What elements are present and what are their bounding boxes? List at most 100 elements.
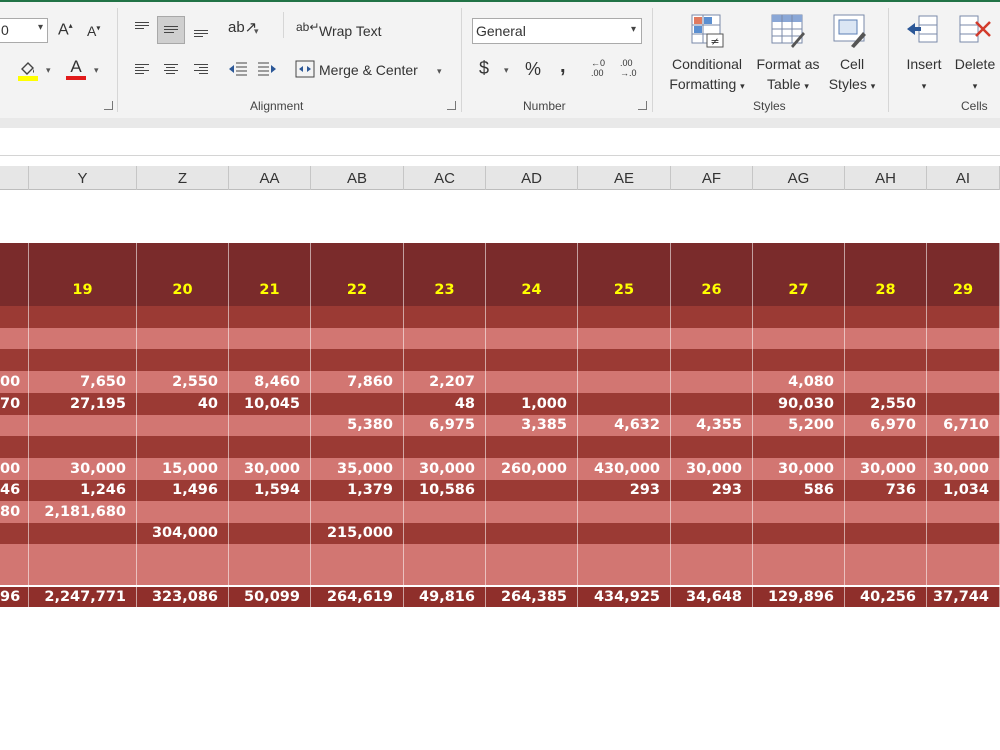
sheet-cell[interactable]	[311, 501, 404, 523]
currency-icon[interactable]: $	[479, 59, 489, 77]
increase-indent-icon[interactable]	[257, 60, 277, 80]
sheet-cell[interactable]: 1,379	[311, 480, 404, 501]
fill-color-chevron-icon[interactable]: ▾	[46, 65, 51, 76]
sheet-cell[interactable]: 80	[0, 501, 29, 523]
sheet-cell[interactable]: 26	[671, 243, 753, 306]
sheet-cell[interactable]	[0, 349, 29, 371]
sheet-cell[interactable]: 1,246	[29, 480, 137, 501]
sheet-cell[interactable]	[29, 415, 137, 436]
sheet-cell[interactable]	[753, 501, 845, 523]
increase-decimal-icon[interactable]: ←0 .00	[591, 58, 605, 78]
sheet-cell[interactable]: 5,380	[311, 415, 404, 436]
sheet-cell[interactable]: 30,000	[671, 458, 753, 480]
sheet-cell[interactable]: 293	[578, 480, 671, 501]
sheet-cell[interactable]: 30,000	[927, 458, 1000, 480]
sheet-cell[interactable]	[486, 501, 578, 523]
sheet-cell[interactable]: 48	[404, 393, 486, 415]
sheet-cell[interactable]	[753, 544, 845, 585]
sheet-cell[interactable]	[671, 436, 753, 458]
sheet-cell[interactable]: 7,860	[311, 371, 404, 393]
sheet-cell[interactable]	[137, 544, 229, 585]
column-header-ab[interactable]: AB	[311, 166, 404, 190]
sheet-cell[interactable]	[404, 544, 486, 585]
sheet-cell[interactable]: 34,648	[671, 587, 753, 607]
sheet-cell[interactable]	[578, 371, 671, 393]
number-dialog-launcher-icon[interactable]: .	[638, 101, 647, 110]
sheet-cell[interactable]: 586	[753, 480, 845, 501]
column-header-af[interactable]: AF	[671, 166, 753, 190]
column-header-y[interactable]: Y	[29, 166, 137, 190]
sheet-cell[interactable]	[486, 349, 578, 371]
sheet-cell[interactable]: 6,975	[404, 415, 486, 436]
sheet-cell[interactable]: 264,619	[311, 587, 404, 607]
sheet-cell[interactable]	[229, 501, 311, 523]
format-as-table-button[interactable]: Format as Table ▾	[752, 54, 824, 96]
sheet-cell[interactable]	[137, 501, 229, 523]
sheet-cell[interactable]: 30,000	[404, 458, 486, 480]
sheet-cell[interactable]	[927, 544, 1000, 585]
sheet-cell[interactable]	[578, 349, 671, 371]
sheet-cell[interactable]: 2,550	[845, 393, 927, 415]
sheet-cell[interactable]	[753, 328, 845, 349]
sheet-cell[interactable]	[29, 436, 137, 458]
column-header-ah[interactable]: AH	[845, 166, 927, 190]
sheet-cell[interactable]: 37,744	[927, 587, 1000, 607]
sheet-cell[interactable]	[311, 328, 404, 349]
currency-chevron-icon[interactable]: ▾	[504, 65, 509, 76]
sheet-cell[interactable]: 260,000	[486, 458, 578, 480]
sheet-cell[interactable]: 19	[29, 243, 137, 306]
sheet-cell[interactable]	[671, 393, 753, 415]
sheet-cell[interactable]	[29, 349, 137, 371]
sheet-cell[interactable]: 90,030	[753, 393, 845, 415]
sheet-cell[interactable]: 2,247,771	[29, 587, 137, 607]
sheet-cell[interactable]	[486, 436, 578, 458]
sheet-cell[interactable]: 25	[578, 243, 671, 306]
sheet-cell[interactable]: 27	[753, 243, 845, 306]
sheet-cell[interactable]	[29, 328, 137, 349]
sheet-cell[interactable]	[0, 243, 29, 306]
sheet-cell[interactable]	[845, 523, 927, 544]
align-center-icon[interactable]	[164, 62, 178, 76]
align-right-icon[interactable]	[194, 62, 208, 76]
font-color-chevron-icon[interactable]: ▾	[94, 65, 99, 76]
sheet-cell[interactable]	[845, 436, 927, 458]
sheet-cell[interactable]	[927, 393, 1000, 415]
sheet-cell[interactable]	[671, 328, 753, 349]
sheet-cell[interactable]	[927, 328, 1000, 349]
sheet-cell[interactable]	[927, 371, 1000, 393]
sheet-cell[interactable]	[311, 544, 404, 585]
sheet-cell[interactable]: 30,000	[29, 458, 137, 480]
bottom-align-icon[interactable]	[194, 28, 208, 39]
insert-button[interactable]: Insert ▾	[900, 54, 948, 96]
sheet-cell[interactable]: 30,000	[845, 458, 927, 480]
sheet-cell[interactable]	[0, 436, 29, 458]
sheet-cell[interactable]: 3,385	[486, 415, 578, 436]
comma-style-icon[interactable]: ,	[560, 56, 566, 76]
sheet-cell[interactable]: 5,200	[753, 415, 845, 436]
sheet-cell[interactable]	[404, 501, 486, 523]
sheet-cell[interactable]	[404, 436, 486, 458]
sheet-cell[interactable]: 21	[229, 243, 311, 306]
sheet-cell[interactable]	[578, 306, 671, 328]
sheet-cell[interactable]: 30,000	[753, 458, 845, 480]
sheet-cell[interactable]	[927, 523, 1000, 544]
sheet-cell[interactable]: 323,086	[137, 587, 229, 607]
sheet-cell[interactable]	[229, 544, 311, 585]
sheet-cell[interactable]	[578, 436, 671, 458]
sheet-cell[interactable]: 40	[137, 393, 229, 415]
sheet-cell[interactable]: 29	[927, 243, 1000, 306]
sheet-cell[interactable]	[0, 328, 29, 349]
sheet-cell[interactable]	[311, 349, 404, 371]
column-header-ag[interactable]: AG	[753, 166, 845, 190]
sheet-cell[interactable]	[229, 415, 311, 436]
sheet-grid[interactable]: 19 20 21 22 23 24 25 26 27 28 29 00 7,650 2,550 8,460 7…	[0, 190, 1000, 750]
sheet-cell[interactable]	[486, 306, 578, 328]
column-header-ae[interactable]: AE	[578, 166, 671, 190]
sheet-cell[interactable]: 7,650	[29, 371, 137, 393]
column-header-z[interactable]: Z	[137, 166, 229, 190]
sheet-cell[interactable]: 24	[486, 243, 578, 306]
sheet-cell[interactable]	[311, 436, 404, 458]
sheet-cell[interactable]	[29, 544, 137, 585]
column-header-aa[interactable]: AA	[229, 166, 311, 190]
sheet-cell[interactable]	[845, 306, 927, 328]
